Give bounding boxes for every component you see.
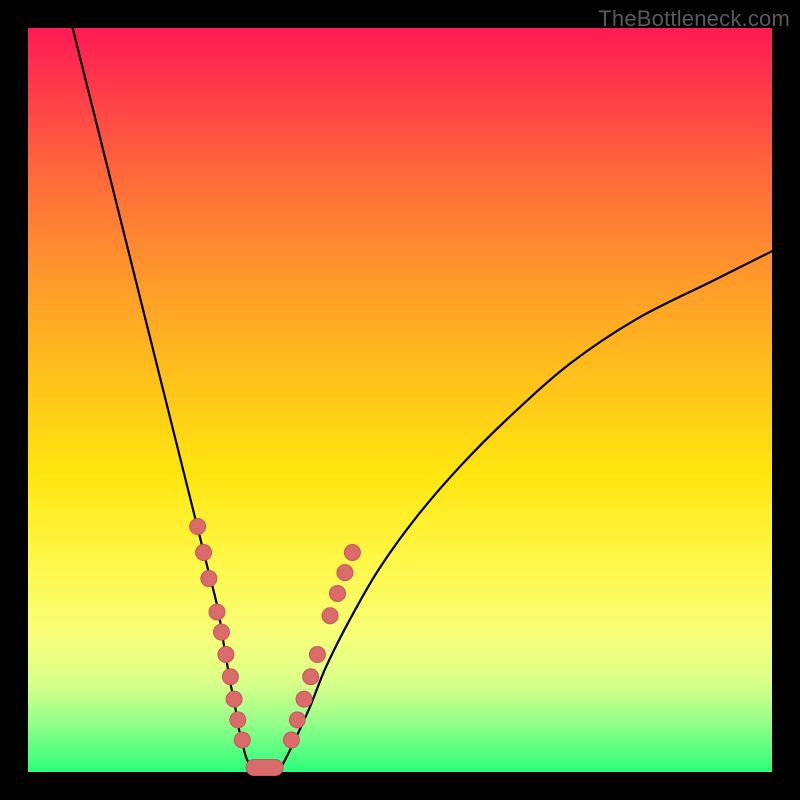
dot-left-5: [218, 646, 234, 662]
dot-left-4: [213, 624, 229, 640]
dot-right-3: [303, 669, 319, 685]
dot-right-4: [309, 646, 325, 662]
dot-left-9: [234, 732, 250, 748]
dot-left-7: [226, 691, 242, 707]
dot-left-0: [190, 518, 206, 534]
dot-right-7: [337, 565, 353, 581]
dot-right-5: [322, 608, 338, 624]
dot-right-1: [289, 712, 305, 728]
dot-left-3: [209, 604, 225, 620]
bottom-pill-group: [246, 760, 283, 776]
curve-group: [73, 28, 772, 768]
dot-left-2: [201, 571, 217, 587]
dot-left-6: [222, 669, 238, 685]
dot-right-8: [344, 545, 360, 561]
dot-right-0: [283, 732, 299, 748]
chart-svg: [28, 28, 772, 772]
dots-group: [190, 518, 361, 748]
bottom-pill: [246, 760, 283, 776]
dot-left-1: [196, 545, 212, 561]
watermark-text: TheBottleneck.com: [598, 6, 790, 32]
dot-left-8: [230, 712, 246, 728]
chart-area: [28, 28, 772, 772]
curve-right: [281, 251, 772, 767]
dot-right-2: [296, 691, 312, 707]
dot-right-6: [330, 585, 346, 601]
